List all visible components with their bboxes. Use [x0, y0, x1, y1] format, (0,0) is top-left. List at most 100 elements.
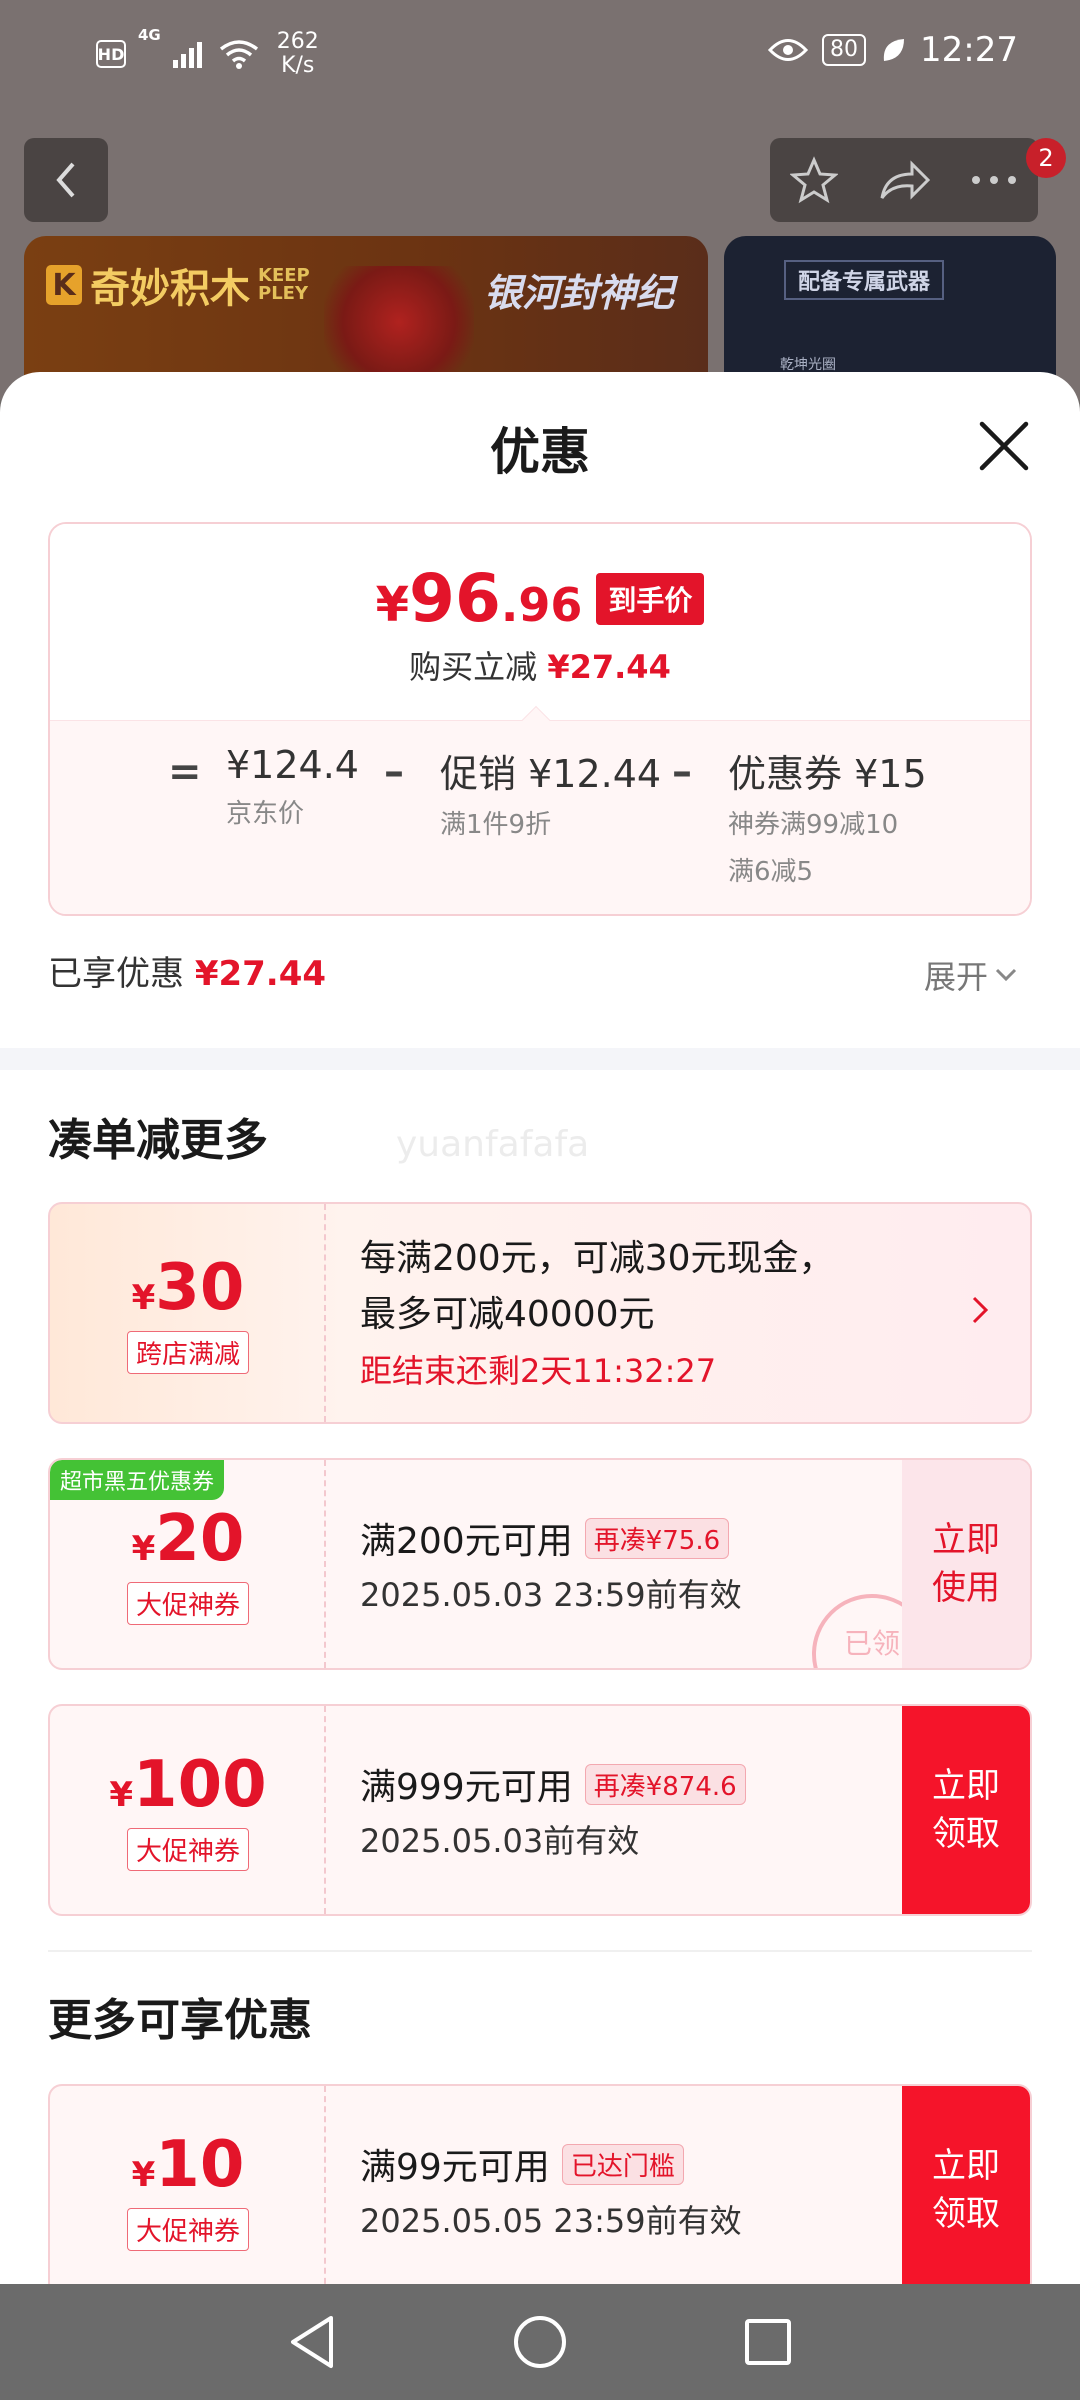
share-icon[interactable] — [878, 158, 930, 202]
claim-now-button[interactable]: 立即 领取 — [902, 2086, 1030, 2284]
button-line2: 领取 — [932, 1814, 1000, 1854]
instant-saving: 购买立减 ¥27.44 — [50, 642, 1030, 688]
banner-right-title: 配备专属武器 — [784, 260, 945, 300]
brand-logo-icon: K — [46, 265, 82, 305]
coupon-value: ¥30 跨店满减 — [50, 1204, 326, 1422]
price-decimal: .96 — [500, 578, 583, 632]
brand-pley: PLEY — [258, 283, 308, 304]
price-symbol: ¥ — [375, 577, 410, 633]
nav-recents-icon[interactable] — [743, 2317, 793, 2367]
net-speed-value: 262 — [276, 29, 319, 54]
coupon-block: 优惠券 ¥15 神券满99减10 满6减5 — [728, 743, 927, 888]
coupon-details: 满999元可用 再凑¥874.6 2025.05.03前有效 — [360, 1706, 746, 1914]
watermark: yuanfafafa — [396, 1124, 590, 1165]
star-icon[interactable] — [790, 156, 838, 204]
chevron-right-icon — [972, 1296, 989, 1324]
coupon-rule-line1: 每满200元，可减30元现金， — [360, 1238, 835, 1279]
coupon-type-chip: 大促神券 — [126, 2207, 249, 2251]
coupon-condition: 满999元可用 — [360, 1767, 573, 1808]
coupon-amount: 10 — [155, 2127, 245, 2202]
banner-right-sub: 乾坤光圈 — [780, 357, 836, 373]
coupon-card-20[interactable]: 超市黑五优惠券 ¥20 大促神券 满200元可用 再凑¥75.6 2025.05.… — [48, 1458, 1032, 1670]
use-now-button[interactable]: 立即 使用 — [902, 1460, 1030, 1668]
clock: 12:27 — [920, 30, 1018, 70]
net-speed-unit: K/s — [281, 53, 315, 78]
promo-condition: 满1件9折 — [440, 810, 552, 840]
sheet-title: 优惠 — [490, 423, 590, 481]
more-icon[interactable] — [970, 174, 1018, 186]
coupon-card-100[interactable]: ¥100 大促神券 满999元可用 再凑¥874.6 2025.05.03前有效 … — [48, 1704, 1032, 1916]
price-summary: ¥ 96 .96 到手价 购买立减 ¥27.44 = ¥124.4 京东价 – … — [48, 522, 1032, 916]
expand-label: 展开 — [924, 958, 989, 996]
jd-price-block: ¥124.4 京东价 — [226, 743, 359, 830]
coupon-currency: ¥ — [131, 2154, 156, 2195]
equals-sign: = — [168, 749, 202, 795]
close-icon[interactable] — [974, 416, 1034, 476]
nav-back-icon[interactable] — [287, 2314, 337, 2370]
final-price: ¥ 96 .96 到手价 — [50, 560, 1030, 637]
coupon-validity: 2025.05.03 23:59前有效 — [360, 1576, 742, 1614]
coupon-gap-pill: 再凑¥75.6 — [584, 1517, 730, 1559]
enjoyed-label: 已享优惠 — [48, 954, 184, 994]
coupon-validity: 2025.05.05 23:59前有效 — [360, 2202, 742, 2240]
enjoyed-amount: ¥27.44 — [194, 954, 327, 994]
coupon-gap-pill: 再凑¥874.6 — [584, 1763, 746, 1805]
coupon-rule-line2: 最多可减40000元 — [360, 1294, 655, 1335]
coupon-currency: ¥ — [131, 1277, 156, 1318]
background-page: HD 4G 262 K/s 80 12:27 2 K 奇妙积木 KEEP PLE… — [0, 0, 1080, 400]
coupon-card-cross-store[interactable]: ¥30 跨店满减 每满200元，可减30元现金， 最多可减40000元 距结束还… — [48, 1202, 1032, 1424]
promo-label: 促销 — [440, 752, 517, 796]
saving-label: 购买立减 — [409, 648, 538, 686]
price-integer: 96 — [409, 560, 501, 637]
back-button[interactable] — [24, 138, 108, 222]
status-bar: HD 4G 262 K/s 80 12:27 — [0, 0, 1080, 110]
network-type: 4G — [138, 26, 161, 44]
section-title-combine: 凑单减更多 — [48, 1115, 268, 1166]
net-speed: 262 K/s — [277, 30, 319, 78]
wifi-icon — [219, 40, 258, 69]
expand-button[interactable]: 展开 — [924, 952, 1018, 998]
notification-badge: 2 — [1026, 138, 1066, 178]
coupon-amount: 30 — [155, 1250, 245, 1325]
system-nav-bar — [0, 2284, 1080, 2400]
status-left: HD 4G 262 K/s — [96, 26, 319, 78]
saving-amount: ¥27.44 — [547, 648, 671, 686]
section-divider-line — [48, 1950, 1032, 1952]
coupon-amount: 20 — [155, 1501, 245, 1576]
nav-home-icon[interactable] — [512, 2314, 568, 2370]
minus-sign: – — [384, 749, 404, 795]
card-divider — [324, 1460, 326, 1668]
promo-block: 促销 ¥12.44 满1件9折 — [440, 743, 661, 841]
coupon-value: ¥10 大促神券 — [50, 2086, 326, 2284]
button-line1: 立即 — [932, 1520, 1000, 1560]
button-line2: 领取 — [932, 2194, 1000, 2234]
coupon-validity: 2025.05.03前有效 — [360, 1822, 640, 1860]
button-line1: 立即 — [932, 1766, 1000, 1806]
coupon-amount: 100 — [133, 1747, 267, 1822]
card-divider — [324, 2086, 326, 2284]
minus-sign: – — [672, 749, 692, 795]
coupon-currency: ¥ — [131, 1528, 156, 1569]
claim-now-button[interactable]: 立即 领取 — [902, 1706, 1030, 1914]
coupon-type-chip: 跨店满减 — [126, 1330, 249, 1374]
card-divider — [324, 1706, 326, 1914]
coupon-amount: ¥15 — [854, 752, 927, 796]
discount-sheet: 优惠 ¥ 96 .96 到手价 购买立减 ¥27.44 = ¥124.4 京东价… — [0, 372, 1080, 2284]
coupon-condition-2: 满6减5 — [728, 857, 814, 887]
hd-indicator: HD — [96, 40, 126, 68]
chevron-down-icon — [995, 968, 1017, 982]
signal-icon — [172, 42, 202, 68]
coupon-currency: ¥ — [109, 1774, 134, 1815]
summary-top: ¥ 96 .96 到手价 购买立减 ¥27.44 — [50, 524, 1030, 720]
coupon-type-chip: 大促神券 — [126, 1827, 249, 1871]
eye-icon — [768, 39, 809, 61]
top-actions — [770, 138, 1038, 222]
banner-brand: K 奇妙积木 KEEP PLEY — [46, 256, 310, 314]
promo-amount: ¥12.44 — [528, 752, 662, 796]
banner-title: 银河封神纪 — [484, 271, 675, 315]
coupon-card-10[interactable]: ¥10 大促神券 满99元可用 已达门槛 2025.05.05 23:59前有效 … — [48, 2084, 1032, 2284]
jd-price: ¥124.4 — [226, 743, 359, 787]
coupon-threshold-pill: 已达门槛 — [561, 2143, 684, 2185]
brand-name: 奇妙积木 — [90, 266, 250, 312]
section-title-more: 更多可享优惠 — [48, 1995, 312, 2046]
